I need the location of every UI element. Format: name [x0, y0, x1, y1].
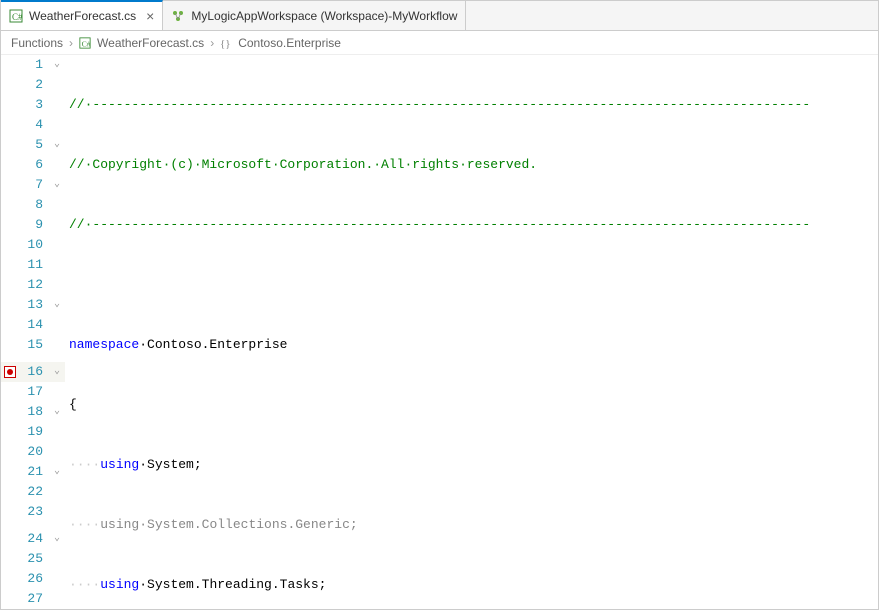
- line-number[interactable]: 20: [19, 442, 49, 462]
- breakpoint-marker[interactable]: [4, 366, 16, 378]
- line-number[interactable]: 21: [19, 462, 49, 482]
- line-number[interactable]: 25: [19, 549, 49, 569]
- line-number[interactable]: 1: [19, 55, 49, 75]
- workflow-icon: [171, 9, 185, 23]
- tab-bar: C# WeatherForecast.cs × MyLogicAppWorksp…: [1, 1, 878, 31]
- line-number[interactable]: 23: [19, 502, 49, 522]
- line-number[interactable]: 10: [19, 235, 49, 255]
- line-number[interactable]: 14: [19, 315, 49, 335]
- breadcrumb-item[interactable]: Contoso.Enterprise: [238, 36, 341, 50]
- gutter: 1⌄ 2 3 4 5⌄ 6 7⌄ 8 9 10 11 12 13⌄ 14 15 …: [1, 55, 65, 609]
- line-number[interactable]: 18: [19, 402, 49, 422]
- breadcrumb-item[interactable]: Functions: [11, 36, 63, 50]
- fold-toggle[interactable]: ⌄: [49, 462, 65, 482]
- svg-text:{}: {}: [220, 38, 231, 49]
- line-number[interactable]: 16: [19, 362, 49, 382]
- line-number[interactable]: 17: [19, 382, 49, 402]
- tab-weatherforecast[interactable]: C# WeatherForecast.cs ×: [1, 0, 163, 30]
- breadcrumb: Functions › C# WeatherForecast.cs › {} C…: [1, 31, 878, 55]
- line-number[interactable]: 26: [19, 569, 49, 589]
- namespace-icon: {}: [220, 37, 232, 49]
- line-number[interactable]: 22: [19, 482, 49, 502]
- line-number[interactable]: 13: [19, 295, 49, 315]
- fold-toggle[interactable]: ⌄: [49, 55, 65, 75]
- code-editor[interactable]: 1⌄ 2 3 4 5⌄ 6 7⌄ 8 9 10 11 12 13⌄ 14 15 …: [1, 55, 878, 609]
- line-number[interactable]: 4: [19, 115, 49, 135]
- fold-toggle[interactable]: ⌄: [49, 529, 65, 549]
- fold-toggle[interactable]: ⌄: [49, 362, 65, 382]
- fold-toggle[interactable]: ⌄: [49, 135, 65, 155]
- fold-toggle[interactable]: ⌄: [49, 295, 65, 315]
- breadcrumb-item[interactable]: WeatherForecast.cs: [97, 36, 204, 50]
- line-number[interactable]: 15: [19, 335, 49, 355]
- line-number[interactable]: 19: [19, 422, 49, 442]
- cs-file-icon: C#: [79, 37, 91, 49]
- tab-workflow[interactable]: MyLogicAppWorkspace (Workspace)-MyWorkfl…: [163, 1, 466, 30]
- line-number[interactable]: 7: [19, 175, 49, 195]
- line-number[interactable]: 2: [19, 75, 49, 95]
- chevron-right-icon: ›: [210, 36, 214, 50]
- cs-file-icon: C#: [9, 9, 23, 23]
- line-number[interactable]: 27: [19, 589, 49, 609]
- line-number[interactable]: 24: [19, 529, 49, 549]
- svg-text:C#: C#: [12, 12, 23, 22]
- fold-toggle[interactable]: ⌄: [49, 175, 65, 195]
- line-number[interactable]: 6: [19, 155, 49, 175]
- svg-text:C#: C#: [82, 39, 91, 48]
- chevron-right-icon: ›: [69, 36, 73, 50]
- code-content[interactable]: //·-------------------------------------…: [65, 55, 878, 609]
- line-number[interactable]: 12: [19, 275, 49, 295]
- line-number[interactable]: 3: [19, 95, 49, 115]
- fold-toggle[interactable]: ⌄: [49, 402, 65, 422]
- close-icon[interactable]: ×: [146, 8, 154, 24]
- line-number[interactable]: 8: [19, 195, 49, 215]
- line-number[interactable]: 11: [19, 255, 49, 275]
- line-number[interactable]: 9: [19, 215, 49, 235]
- tab-label: WeatherForecast.cs: [29, 9, 136, 23]
- tab-label: MyLogicAppWorkspace (Workspace)-MyWorkfl…: [191, 9, 457, 23]
- line-number[interactable]: 5: [19, 135, 49, 155]
